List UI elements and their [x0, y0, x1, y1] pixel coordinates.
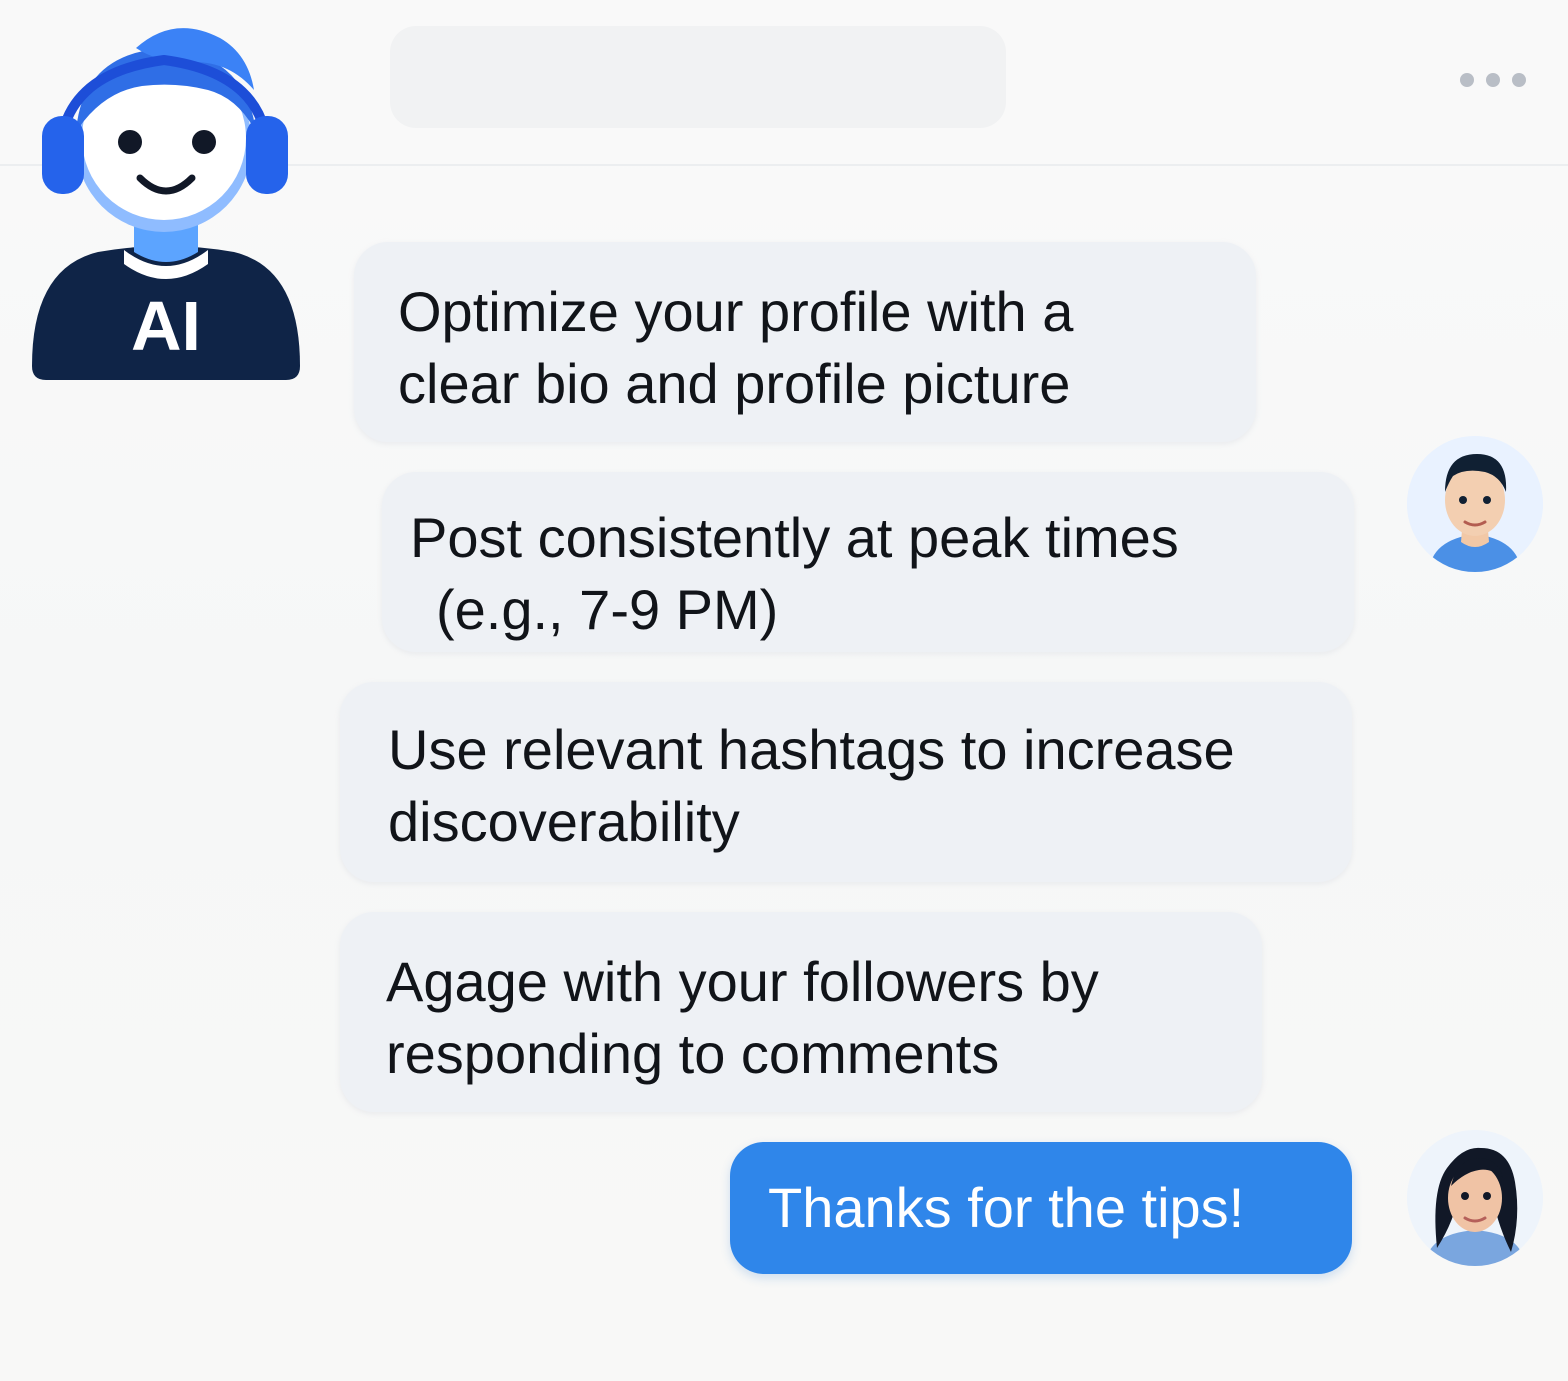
message-line: (e.g., 7-9 PM) — [436, 578, 779, 641]
user-face-icon — [1407, 1130, 1543, 1266]
message-line: responding to comments — [386, 1022, 1000, 1085]
message-line: Use relevant hashtags to increase — [388, 718, 1235, 781]
message-bubble-ai: Agage with your followers by responding … — [340, 912, 1262, 1112]
ai-avatar: AI — [24, 20, 308, 386]
more-options-button[interactable] — [1452, 64, 1534, 96]
message-line: discoverability — [388, 790, 740, 853]
message-bubble-ai: Post consistently at peak times (e.g., 7… — [382, 472, 1354, 652]
more-dot-icon — [1486, 73, 1500, 87]
message-line: clear bio and profile picture — [398, 352, 1071, 415]
user-avatar-male — [1407, 436, 1543, 572]
chat-title — [390, 26, 1006, 128]
more-dot-icon — [1460, 73, 1474, 87]
message-line: Thanks for the tips! — [768, 1176, 1245, 1239]
message-line: Optimize your profile with a — [398, 280, 1074, 343]
more-dot-icon — [1512, 73, 1526, 87]
chat-window: AI Optimize your profile with a clear bi… — [0, 0, 1568, 1381]
user-face-icon — [1407, 436, 1543, 572]
ai-avatar-label: AI — [131, 287, 201, 365]
message-bubble-user: Thanks for the tips! — [730, 1142, 1352, 1274]
message-bubble-ai: Optimize your profile with a clear bio a… — [354, 242, 1256, 442]
message-line: Post consistently at peak times — [410, 506, 1179, 569]
message-line: Agage with your followers by — [386, 950, 1099, 1013]
user-avatar-female — [1407, 1130, 1543, 1266]
message-bubble-ai: Use relevant hashtags to increase discov… — [340, 682, 1352, 882]
